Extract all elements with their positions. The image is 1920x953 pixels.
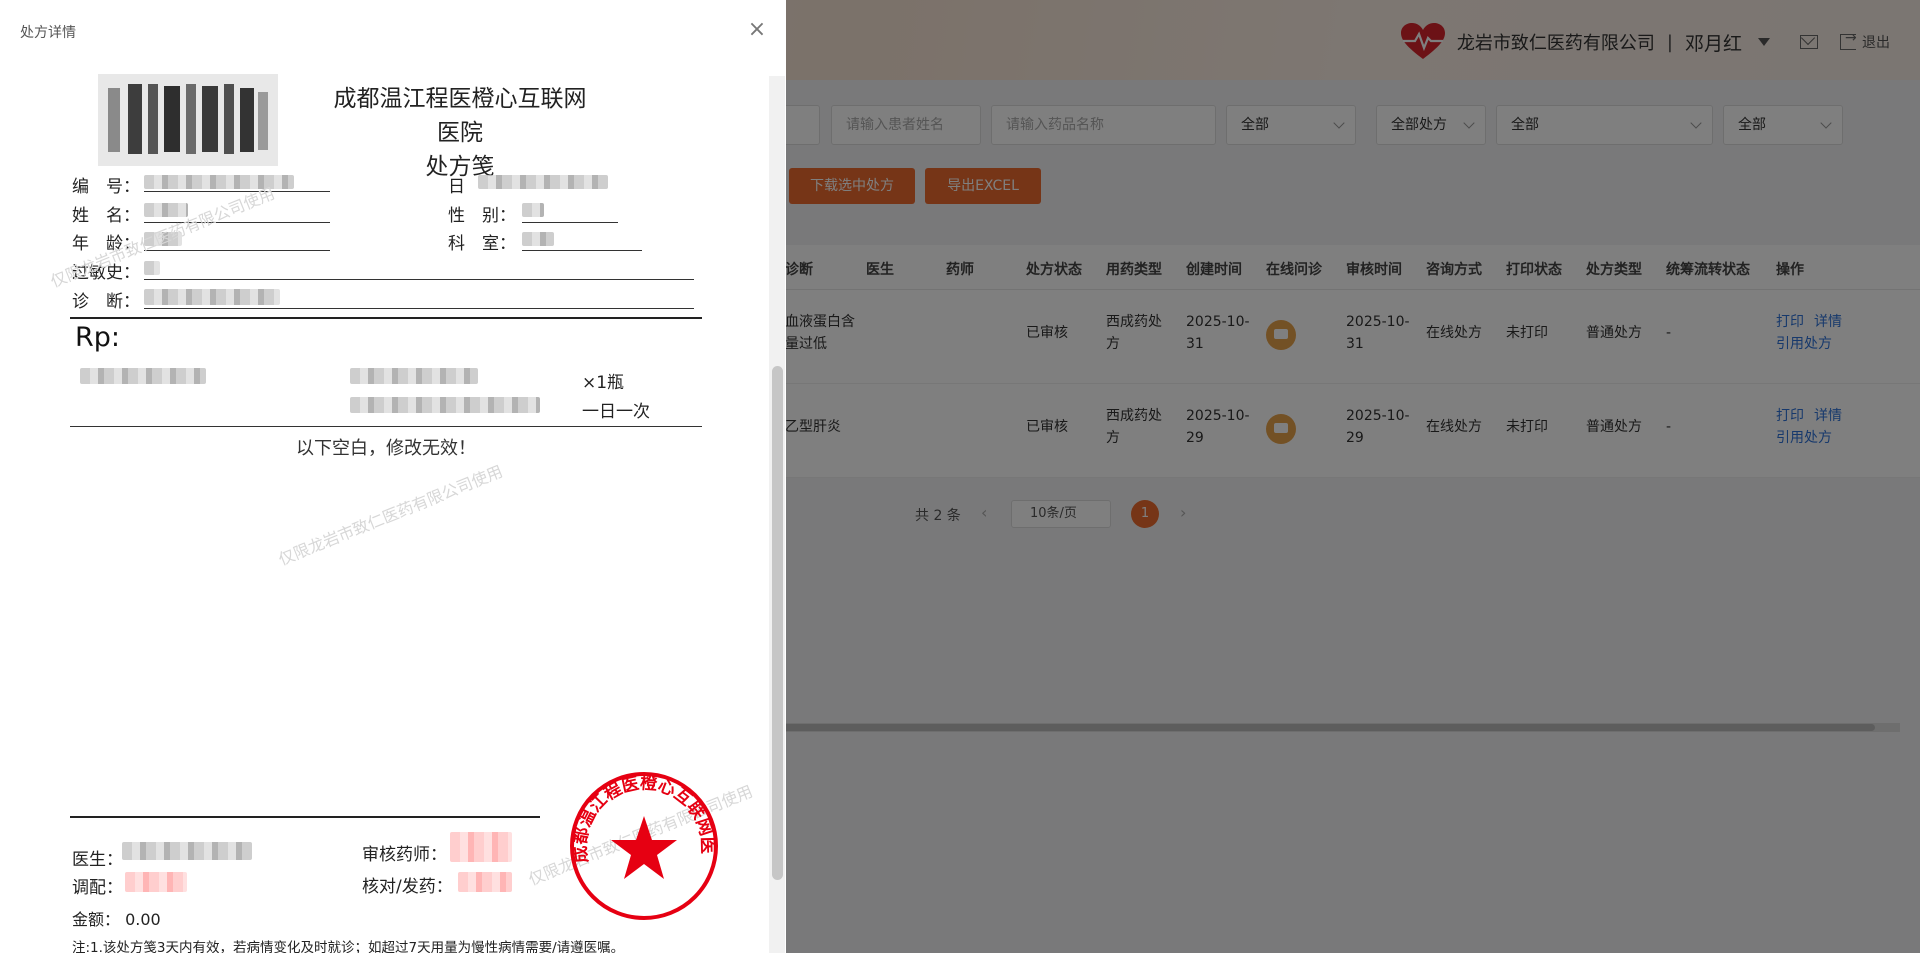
underline bbox=[522, 250, 642, 251]
barcode-graphic bbox=[98, 74, 278, 166]
label-name: 姓 名： bbox=[72, 206, 140, 226]
redacted-date bbox=[478, 175, 608, 189]
hospital-title: 成都温江程医橙心互联网医院 bbox=[333, 86, 587, 146]
amount-value: 0.00 bbox=[125, 910, 161, 929]
label-gender: 性 别： bbox=[448, 206, 516, 226]
redacted-drug-name bbox=[80, 368, 206, 384]
redacted-check-signature bbox=[458, 872, 512, 892]
redacted-drug-spec bbox=[350, 368, 478, 384]
redacted-drug-usage bbox=[350, 397, 540, 413]
star-icon bbox=[611, 816, 677, 879]
redacted-doctor-signature bbox=[122, 842, 252, 860]
barcode-image bbox=[98, 74, 278, 166]
label-diagnosis: 诊 断： bbox=[72, 292, 140, 312]
redacted-dispense-signature bbox=[125, 872, 187, 892]
amount-label: 金额： bbox=[72, 910, 121, 929]
label-check: 核对/发药： bbox=[362, 877, 453, 897]
scrollbar-thumb[interactable] bbox=[772, 366, 783, 880]
divider bbox=[70, 317, 702, 319]
drug-frequency: 一日一次 bbox=[582, 402, 650, 422]
rp-label: Rp: bbox=[75, 322, 120, 353]
watermark-text: 仅限龙岩市致仁医药有限公司使用 bbox=[275, 461, 506, 570]
redacted-allergy bbox=[144, 261, 160, 275]
divider bbox=[70, 426, 702, 427]
redacted-diagnosis bbox=[144, 289, 280, 305]
prescription-sheet: 成都温江程医橙心互联网医院 处方笺 编 号： 日 姓 名： 性 别： 年 龄： … bbox=[48, 72, 755, 953]
label-doctor: 医生： bbox=[72, 850, 123, 870]
underline bbox=[522, 222, 618, 223]
label-pharmacist: 审核药师： bbox=[362, 845, 447, 865]
label-department: 科 室： bbox=[448, 234, 516, 254]
label-dispense: 调配： bbox=[72, 878, 123, 898]
label-date: 日 bbox=[448, 177, 465, 197]
blank-below-note: 以下空白，修改无效！ bbox=[296, 438, 476, 459]
close-icon[interactable]: × bbox=[746, 19, 768, 42]
vertical-scrollbar[interactable] bbox=[769, 76, 785, 953]
footnote: 注:1.该处方笺3天内有效，若病情变化及时就诊；如超过7天用量为慢性病情需要/请… bbox=[72, 940, 625, 953]
hospital-seal: 成都温江程医橙心互联网医院 bbox=[568, 770, 718, 920]
redacted-gender bbox=[522, 203, 544, 217]
underline bbox=[144, 308, 694, 309]
redacted-pharmacist-signature bbox=[450, 832, 512, 862]
hospital-name: 成都温江程医橙心互联网医院 处方笺 bbox=[330, 82, 590, 184]
label-number: 编 号： bbox=[72, 177, 140, 197]
prescription-detail-drawer: 处方详情 × 成都温江程医橙心互联网医院 处方笺 编 号： 日 姓 名： 性 别… bbox=[0, 0, 786, 953]
drug-quantity: ×1瓶 bbox=[582, 373, 625, 393]
amount-row: 金额： 0.00 bbox=[72, 906, 161, 930]
redacted-department bbox=[522, 232, 554, 246]
divider bbox=[70, 816, 540, 818]
drawer-title: 处方详情 bbox=[20, 25, 76, 41]
underline bbox=[144, 250, 330, 251]
underline bbox=[144, 279, 694, 280]
